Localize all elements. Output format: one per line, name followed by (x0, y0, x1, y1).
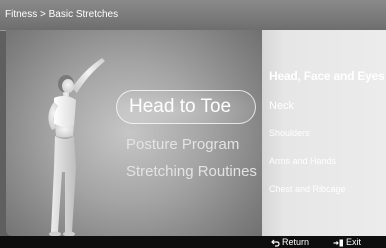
return-label: Return (282, 237, 310, 247)
fitness-screen: Fitness > Basic Stretches Head to Toe Po… (0, 0, 386, 248)
menu-item-shoulders[interactable]: Shoulders (269, 128, 310, 138)
exit-label: Exit (346, 237, 362, 247)
exit-door-icon (333, 239, 343, 247)
header-bar: Fitness > Basic Stretches (0, 0, 386, 31)
return-button[interactable]: Return (271, 237, 309, 248)
program-item-label: Head to Toe (129, 96, 232, 117)
stretching-woman-figure (48, 58, 105, 236)
menu-item-neck[interactable]: Neck (269, 100, 294, 112)
footer-bar: Return Exit (0, 236, 386, 248)
menu-item-arms-and-hands[interactable]: Arms and Hands (269, 156, 336, 166)
body-area-menu: Head, Face and Eyes Neck Shoulders Arms … (262, 30, 386, 236)
program-item-posture-program[interactable]: Posture Program (126, 136, 239, 153)
program-panel: Head to Toe Posture Program Stretching R… (6, 30, 262, 236)
menu-item-head-face-eyes[interactable]: Head, Face and Eyes (269, 69, 385, 83)
program-item-stretching-routines[interactable]: Stretching Routines (126, 163, 257, 180)
return-arrow-icon (271, 239, 280, 247)
breadcrumb: Fitness > Basic Stretches (5, 9, 119, 20)
program-item-head-to-toe[interactable]: Head to Toe (116, 90, 256, 124)
exit-button[interactable]: Exit (333, 237, 361, 248)
menu-item-chest-and-ribcage[interactable]: Chest and Ribcage (269, 184, 346, 194)
